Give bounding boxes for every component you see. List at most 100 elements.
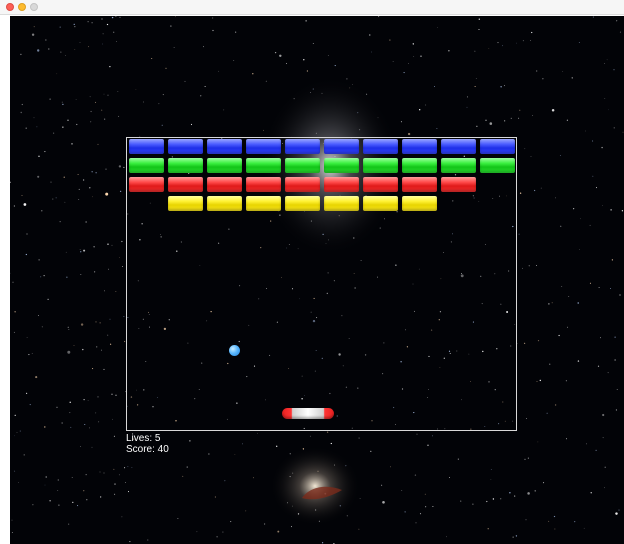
paddle[interactable] bbox=[282, 408, 334, 419]
star bbox=[530, 40, 531, 41]
star bbox=[93, 246, 95, 248]
brick-red bbox=[285, 177, 320, 192]
star bbox=[602, 413, 605, 417]
star bbox=[12, 281, 14, 283]
star bbox=[536, 265, 537, 267]
close-button[interactable] bbox=[6, 3, 14, 11]
star bbox=[412, 43, 414, 45]
star bbox=[540, 187, 542, 189]
star bbox=[84, 424, 86, 426]
star bbox=[427, 444, 429, 446]
star bbox=[91, 22, 93, 24]
star bbox=[403, 72, 405, 74]
star bbox=[390, 466, 391, 468]
star bbox=[618, 509, 620, 511]
star bbox=[37, 175, 40, 178]
star bbox=[358, 528, 360, 530]
star bbox=[222, 531, 224, 533]
star bbox=[101, 109, 103, 111]
brick-green bbox=[363, 158, 398, 173]
star bbox=[62, 103, 64, 106]
brick-blue bbox=[324, 139, 359, 154]
star bbox=[549, 363, 551, 365]
star bbox=[359, 497, 361, 499]
star bbox=[425, 506, 427, 508]
brick-blue bbox=[441, 139, 476, 154]
star bbox=[80, 251, 82, 253]
star bbox=[89, 427, 90, 429]
star bbox=[539, 379, 541, 382]
star bbox=[61, 101, 63, 103]
star bbox=[71, 476, 73, 478]
brick-yellow bbox=[168, 196, 203, 211]
star bbox=[476, 125, 478, 127]
star bbox=[621, 210, 624, 212]
star bbox=[127, 491, 130, 493]
star bbox=[103, 472, 105, 474]
star bbox=[85, 474, 87, 476]
star bbox=[548, 303, 550, 305]
brick-yellow bbox=[246, 196, 281, 211]
star bbox=[26, 392, 28, 394]
brick-green bbox=[402, 158, 437, 173]
star bbox=[114, 483, 116, 485]
brick-yellow bbox=[363, 196, 398, 211]
brick-blue bbox=[402, 139, 437, 154]
brick-red bbox=[363, 177, 398, 192]
star bbox=[38, 315, 39, 317]
star bbox=[158, 103, 160, 105]
star bbox=[502, 45, 504, 47]
star bbox=[425, 104, 427, 106]
star bbox=[597, 365, 600, 367]
star bbox=[606, 59, 608, 61]
star bbox=[346, 515, 348, 517]
star bbox=[615, 409, 617, 411]
star bbox=[416, 433, 418, 435]
star bbox=[616, 20, 618, 22]
star bbox=[102, 33, 104, 35]
star bbox=[123, 166, 125, 168]
star bbox=[43, 275, 45, 277]
minimize-button[interactable] bbox=[18, 3, 26, 11]
star bbox=[129, 541, 131, 543]
game-canvas[interactable]: Lives: 5 Score: 40 bbox=[10, 16, 624, 544]
star bbox=[68, 523, 70, 525]
star bbox=[596, 187, 597, 189]
star bbox=[419, 109, 421, 111]
star bbox=[607, 372, 609, 374]
star bbox=[118, 474, 120, 476]
star bbox=[503, 85, 505, 87]
star bbox=[118, 165, 122, 168]
star bbox=[102, 43, 104, 45]
ball bbox=[229, 345, 240, 356]
star bbox=[512, 536, 514, 538]
star bbox=[174, 16, 176, 18]
star bbox=[95, 321, 97, 323]
brick-red bbox=[441, 177, 476, 192]
star bbox=[78, 199, 80, 200]
star bbox=[57, 479, 59, 481]
star bbox=[67, 119, 69, 121]
star bbox=[312, 43, 314, 44]
star bbox=[286, 63, 287, 65]
star bbox=[519, 192, 522, 194]
star bbox=[571, 77, 573, 79]
star bbox=[382, 500, 385, 504]
star bbox=[161, 124, 163, 126]
star bbox=[532, 115, 534, 116]
star bbox=[77, 173, 79, 176]
star bbox=[83, 490, 85, 492]
star bbox=[69, 401, 71, 403]
brick-red bbox=[207, 177, 242, 192]
star bbox=[321, 542, 324, 544]
star bbox=[95, 412, 97, 414]
star bbox=[75, 99, 77, 100]
star bbox=[407, 132, 411, 136]
star bbox=[601, 205, 603, 206]
maximize-button[interactable] bbox=[30, 3, 38, 11]
star bbox=[25, 127, 27, 129]
star bbox=[35, 376, 38, 379]
star bbox=[614, 359, 616, 361]
star bbox=[590, 492, 592, 494]
star bbox=[33, 26, 35, 28]
